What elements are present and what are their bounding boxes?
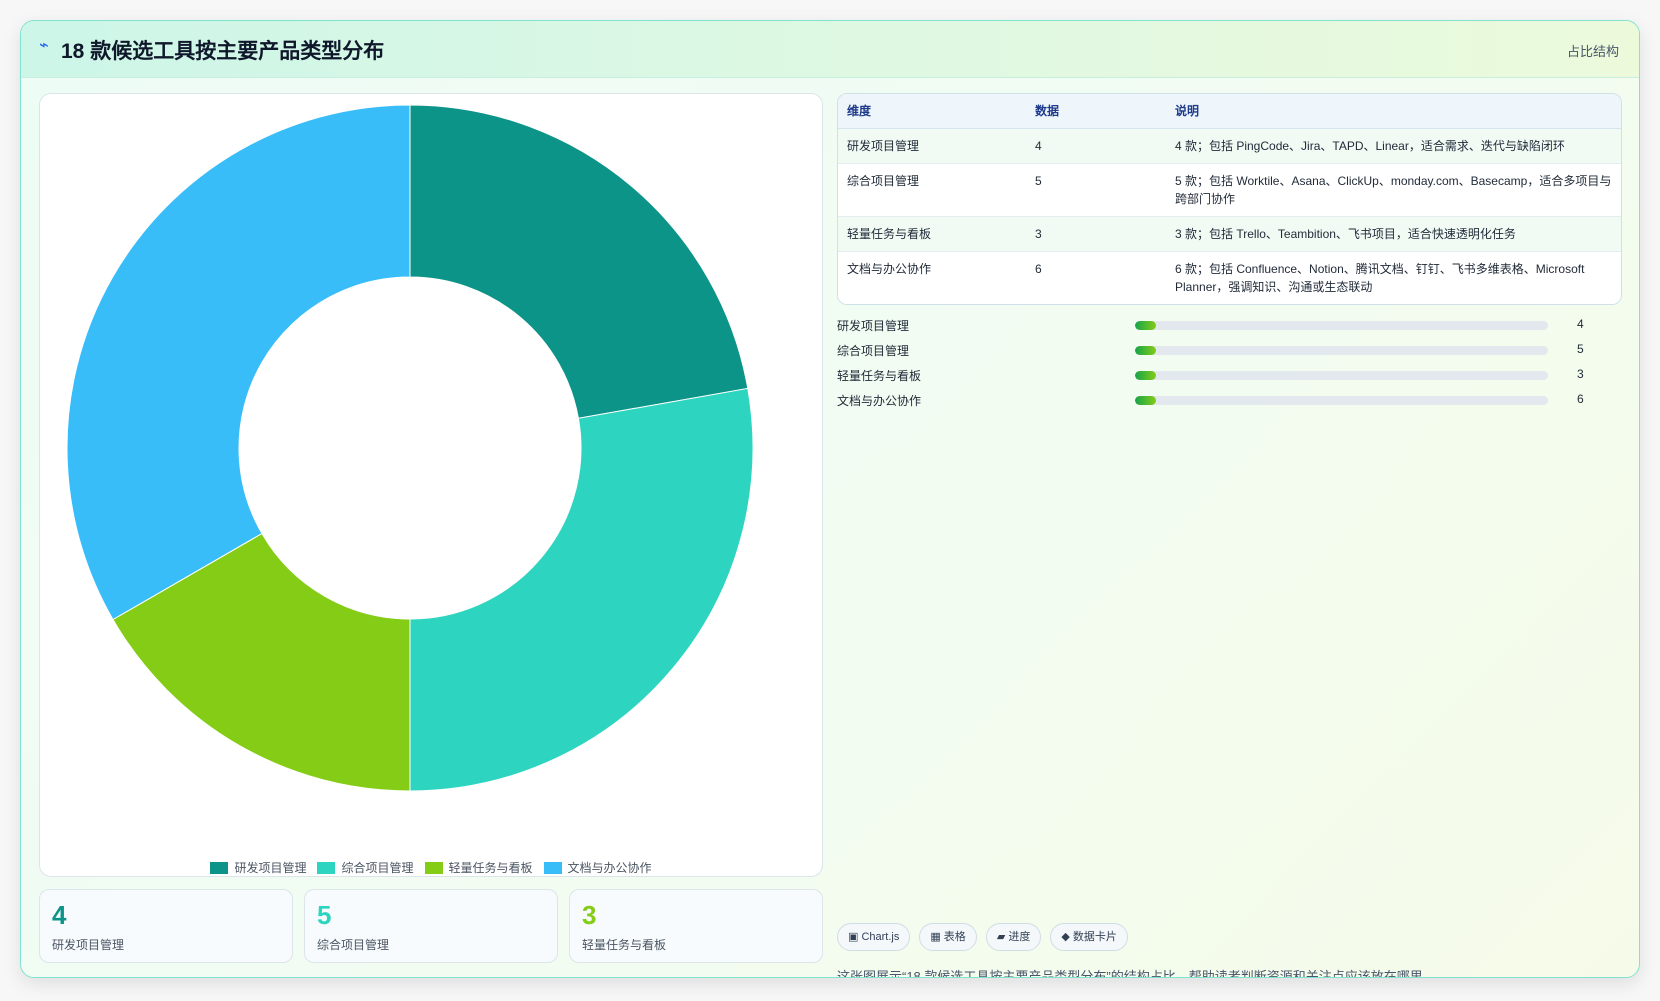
legend-swatch [543, 861, 562, 874]
progress-row: 综合项目管理 5 [837, 340, 1620, 365]
chart-panel: 研发项目管理 综合项目管理 轻量任务与看板 文档与办公协作 [39, 93, 823, 877]
chip-table[interactable]: ▦ 表格 [919, 923, 977, 951]
stat-card: 3 轻量任务与看板 [569, 889, 823, 963]
progress-track [1135, 321, 1548, 330]
chip-data-cards[interactable]: ◆ 数据卡片 [1050, 923, 1128, 951]
stat-label: 综合项目管理 [317, 938, 390, 952]
table-row: 研发项目管理 4 4 款；包括 PingCode、Jira、TAPD、Linea… [838, 128, 1621, 164]
donut-slice-4[interactable] [66, 104, 411, 621]
column-header-dimension: 维度 [838, 94, 1026, 129]
progress-fill [1135, 321, 1156, 330]
legend-item[interactable]: 综合项目管理 [317, 859, 414, 876]
data-table: 维度 数据 说明 研发项目管理 4 4 款；包括 PingCode、Jira、T… [837, 93, 1622, 305]
legend-item[interactable]: 研发项目管理 [210, 859, 306, 876]
progress-value: 6 [1577, 392, 1584, 406]
progress-row: 文档与办公协作 6 [837, 390, 1620, 415]
table-cell-value: 5 [1026, 163, 1166, 217]
page-title: 18 款候选工具按主要产品类型分布 [61, 40, 385, 63]
chart-type-tag: 占比结构 [1566, 44, 1619, 59]
table-row: 综合项目管理 5 5 款；包括 Worktile、Asana、ClickUp、m… [838, 163, 1621, 217]
column-header-description: 说明 [1166, 94, 1621, 129]
table-row: 文档与办公协作 6 6 款；包括 Confluence、Notion、腾讯文档、… [838, 251, 1621, 304]
donut-slice-1[interactable] [409, 104, 749, 419]
progress-fill [1135, 396, 1156, 405]
legend-item[interactable]: 轻量任务与看板 [424, 859, 533, 876]
donut-slice-2[interactable] [409, 387, 754, 792]
stat-label: 轻量任务与看板 [582, 938, 667, 952]
legend-label: 研发项目管理 [234, 861, 307, 875]
column-header-value: 数据 [1026, 94, 1166, 129]
progress-label: 研发项目管理 [837, 319, 910, 333]
legend-label: 文档与办公协作 [567, 861, 652, 875]
table-cell-description: 4 款；包括 PingCode、Jira、TAPD、Linear，适合需求、迭代… [1166, 128, 1621, 164]
progress-row: 轻量任务与看板 3 [837, 365, 1620, 390]
table-cell-dimension: 研发项目管理 [838, 128, 1026, 164]
stat-value: 4 [52, 900, 67, 930]
table-cell-dimension: 轻量任务与看板 [838, 216, 1026, 252]
stat-value: 5 [317, 900, 332, 930]
legend-swatch [424, 861, 443, 874]
donut-chart [66, 104, 754, 792]
legend-label: 综合项目管理 [341, 861, 414, 875]
progress-value: 3 [1577, 367, 1584, 381]
progress-fill [1135, 346, 1156, 355]
stat-label: 研发项目管理 [52, 938, 125, 952]
legend-swatch [210, 861, 229, 874]
progress-row: 研发项目管理 4 [837, 315, 1620, 340]
chart-description: 这张图展示“18 款候选工具按主要产品类型分布”的结构占比，帮助读者判断资源和关… [837, 969, 1436, 978]
table-cell-dimension: 综合项目管理 [838, 163, 1026, 217]
chip-progress[interactable]: ▰ 进度 [985, 923, 1042, 951]
table-row: 轻量任务与看板 3 3 款；包括 Trello、Teambition、飞书项目，… [838, 216, 1621, 252]
table-cell-value: 3 [1026, 216, 1166, 252]
progress-fill [1135, 371, 1156, 380]
progress-value: 5 [1577, 342, 1584, 356]
progress-label: 文档与办公协作 [837, 394, 922, 408]
legend-label: 轻量任务与看板 [448, 861, 533, 875]
progress-label: 综合项目管理 [837, 344, 910, 358]
card-header: ⌁ 18 款候选工具按主要产品类型分布 占比结构 [21, 21, 1639, 78]
progress-value: 4 [1577, 317, 1584, 331]
stat-card: 4 研发项目管理 [39, 889, 293, 963]
legend-swatch [317, 861, 336, 874]
table-header-row: 维度 数据 说明 [838, 94, 1621, 129]
chip-chartjs[interactable]: ▣ Chart.js [837, 923, 911, 951]
progress-label: 轻量任务与看板 [837, 369, 922, 383]
stat-value: 3 [582, 900, 597, 930]
table-cell-description: 6 款；包括 Confluence、Notion、腾讯文档、钉钉、飞书多维表格、… [1175, 261, 1585, 294]
feature-chips: ▣ Chart.js ▦ 表格 ▰ 进度 ◆ 数据卡片 [837, 923, 1128, 951]
bolt-icon: ⌁ [39, 37, 49, 54]
chart-card: ⌁ 18 款候选工具按主要产品类型分布 占比结构 研发项目管理 综合项目管理 轻… [20, 20, 1640, 978]
stat-card: 5 综合项目管理 [304, 889, 558, 963]
legend-item[interactable]: 文档与办公协作 [543, 859, 652, 876]
chart-legend: 研发项目管理 综合项目管理 轻量任务与看板 文档与办公协作 [40, 859, 822, 876]
progress-track [1135, 396, 1548, 405]
table-cell-dimension: 文档与办公协作 [847, 261, 932, 276]
progress-list: 研发项目管理 4 综合项目管理 5 轻量任务与看板 3 文档与办公协作 6 [837, 315, 1620, 415]
table-cell-value: 4 [1026, 128, 1166, 164]
progress-track [1135, 346, 1548, 355]
progress-track [1135, 371, 1548, 380]
table-cell-description: 3 款；包括 Trello、Teambition、飞书项目，适合快速透明化任务 [1166, 216, 1621, 252]
table-cell-description: 5 款；包括 Worktile、Asana、ClickUp、monday.com… [1166, 163, 1621, 217]
table-cell-value: 6 [1035, 261, 1042, 276]
